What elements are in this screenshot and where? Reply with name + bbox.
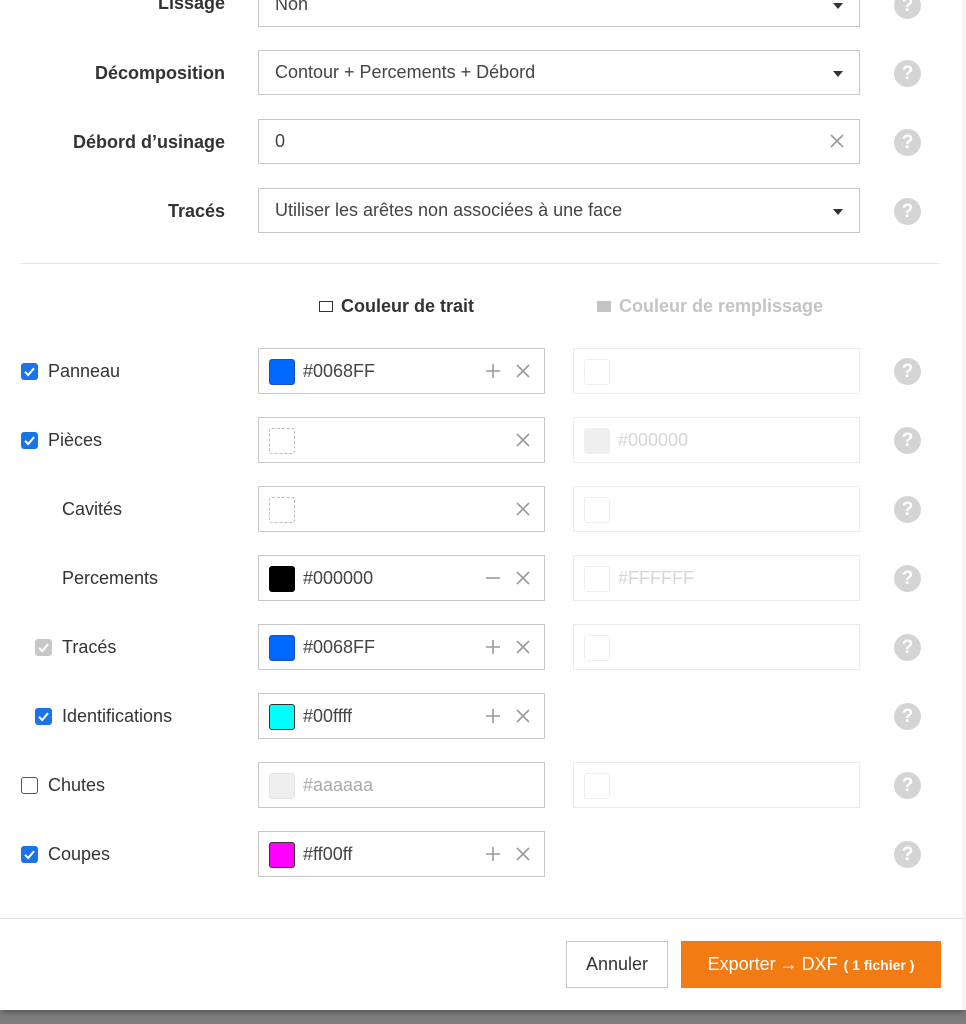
- help-icon[interactable]: ?: [894, 0, 921, 19]
- arrow-right-icon: →: [779, 954, 798, 974]
- check-icon: [24, 850, 35, 860]
- traces-value: Utiliser les arêtes non associées à une …: [275, 200, 623, 220]
- fill-color-panneau: [573, 348, 860, 394]
- color-swatch[interactable]: [269, 359, 295, 385]
- stroke-color-panneau[interactable]: #0068FF: [258, 348, 545, 394]
- lissage-select[interactable]: Non: [258, 0, 860, 27]
- layer-label-cavites: Cavités: [62, 499, 123, 519]
- background-window-edge: [962, 0, 966, 1010]
- caret-down-icon: [833, 2, 843, 9]
- color-swatch[interactable]: [269, 842, 295, 868]
- layer-label-panneau: Panneau: [48, 361, 121, 381]
- stroke-color-header: Couleur de trait: [319, 296, 474, 317]
- debord-value: 0: [275, 131, 286, 151]
- help-icon[interactable]: ?: [894, 565, 921, 592]
- fill-color-chutes: [573, 762, 860, 808]
- layer-label-identifications: Identifications: [62, 706, 173, 726]
- color-swatch[interactable]: [269, 704, 295, 730]
- fill-color-pieces: #000000: [573, 417, 860, 463]
- lissage-value: Non: [275, 0, 309, 14]
- clear-icon[interactable]: [514, 431, 532, 449]
- stroke-color-traces[interactable]: #0068FF: [258, 624, 545, 670]
- check-icon: [38, 712, 49, 722]
- lissage-label: Lissage: [157, 0, 225, 13]
- caret-down-icon: [833, 208, 843, 215]
- clear-icon[interactable]: [514, 569, 532, 587]
- cancel-button[interactable]: Annuler: [566, 941, 668, 988]
- export-dialog: Lissage Non ? Décomposition Contour + Pe…: [0, 0, 962, 1010]
- help-icon[interactable]: ?: [894, 703, 921, 730]
- stroke-color-pieces[interactable]: [258, 417, 545, 463]
- layer-label-percements: Percements: [62, 568, 159, 588]
- fill-color-traces: [573, 624, 860, 670]
- help-icon[interactable]: ?: [894, 358, 921, 385]
- color-swatch: [584, 359, 610, 385]
- debord-label: Débord d’usinage: [72, 132, 225, 152]
- stroke-color-coupes[interactable]: #ff00ff: [258, 831, 545, 877]
- color-swatch[interactable]: [269, 773, 295, 799]
- fill-color-percements: #FFFFFF: [573, 555, 860, 601]
- minus-icon[interactable]: [484, 569, 502, 587]
- help-icon[interactable]: ?: [894, 60, 921, 87]
- square-filled-icon: [597, 301, 611, 312]
- empty-swatch[interactable]: [269, 428, 295, 454]
- color-swatch: [584, 428, 610, 454]
- layer-label-coupes: Coupes: [48, 844, 111, 864]
- color-swatch: [584, 773, 610, 799]
- check-icon: [38, 643, 49, 653]
- plus-icon[interactable]: [484, 845, 502, 863]
- traces-select[interactable]: Utiliser les arêtes non associées à une …: [258, 188, 860, 233]
- clear-icon[interactable]: [514, 362, 532, 380]
- traces-label: Tracés: [167, 201, 225, 221]
- check-icon: [24, 436, 35, 446]
- color-swatch: [584, 635, 610, 661]
- help-icon[interactable]: ?: [894, 772, 921, 799]
- plus-icon[interactable]: [484, 707, 502, 725]
- layer-label-chutes: Chutes: [48, 775, 106, 795]
- checkbox-pieces[interactable]: [21, 432, 38, 449]
- checkbox-coupes[interactable]: [21, 846, 38, 863]
- export-button[interactable]: Exporter → DXF ( 1 fichier ): [681, 941, 941, 988]
- clear-icon[interactable]: [827, 131, 847, 151]
- debord-input[interactable]: 0: [258, 119, 860, 164]
- square-outline-icon: [319, 301, 333, 312]
- color-swatch: [584, 497, 610, 523]
- checkbox-traces[interactable]: [35, 639, 52, 656]
- checkbox-chutes[interactable]: [21, 777, 38, 794]
- decomposition-label: Décomposition: [94, 63, 225, 83]
- plus-icon[interactable]: [484, 638, 502, 656]
- caret-down-icon: [833, 70, 843, 77]
- help-icon[interactable]: ?: [894, 496, 921, 523]
- plus-icon[interactable]: [484, 362, 502, 380]
- stroke-color-cavites[interactable]: [258, 486, 545, 532]
- checkbox-identifications[interactable]: [35, 708, 52, 725]
- clear-icon[interactable]: [514, 707, 532, 725]
- layer-label-traces: Tracés: [62, 637, 117, 657]
- decomposition-select[interactable]: Contour + Percements + Débord: [258, 50, 860, 95]
- check-icon: [24, 367, 35, 377]
- help-icon[interactable]: ?: [894, 198, 921, 225]
- empty-swatch[interactable]: [269, 497, 295, 523]
- layer-label-pieces: Pièces: [48, 430, 103, 450]
- fill-color-cavites: [573, 486, 860, 532]
- stroke-color-identifications[interactable]: #00ffff: [258, 693, 545, 739]
- fill-color-header: Couleur de remplissage: [597, 296, 823, 317]
- checkbox-panneau[interactable]: [21, 363, 38, 380]
- clear-icon[interactable]: [514, 845, 532, 863]
- section-divider: [20, 263, 940, 264]
- stroke-color-chutes[interactable]: #aaaaaa: [258, 762, 545, 808]
- footer-divider: [0, 918, 962, 919]
- help-icon[interactable]: ?: [894, 634, 921, 661]
- color-swatch[interactable]: [269, 635, 295, 661]
- help-icon[interactable]: ?: [894, 129, 921, 156]
- clear-icon[interactable]: [514, 500, 532, 518]
- clear-icon[interactable]: [514, 638, 532, 656]
- decomposition-value: Contour + Percements + Débord: [275, 62, 536, 82]
- color-swatch[interactable]: [269, 566, 295, 592]
- color-swatch: [584, 566, 610, 592]
- help-icon[interactable]: ?: [894, 841, 921, 868]
- help-icon[interactable]: ?: [894, 427, 921, 454]
- stroke-color-percements[interactable]: #000000: [258, 555, 545, 601]
